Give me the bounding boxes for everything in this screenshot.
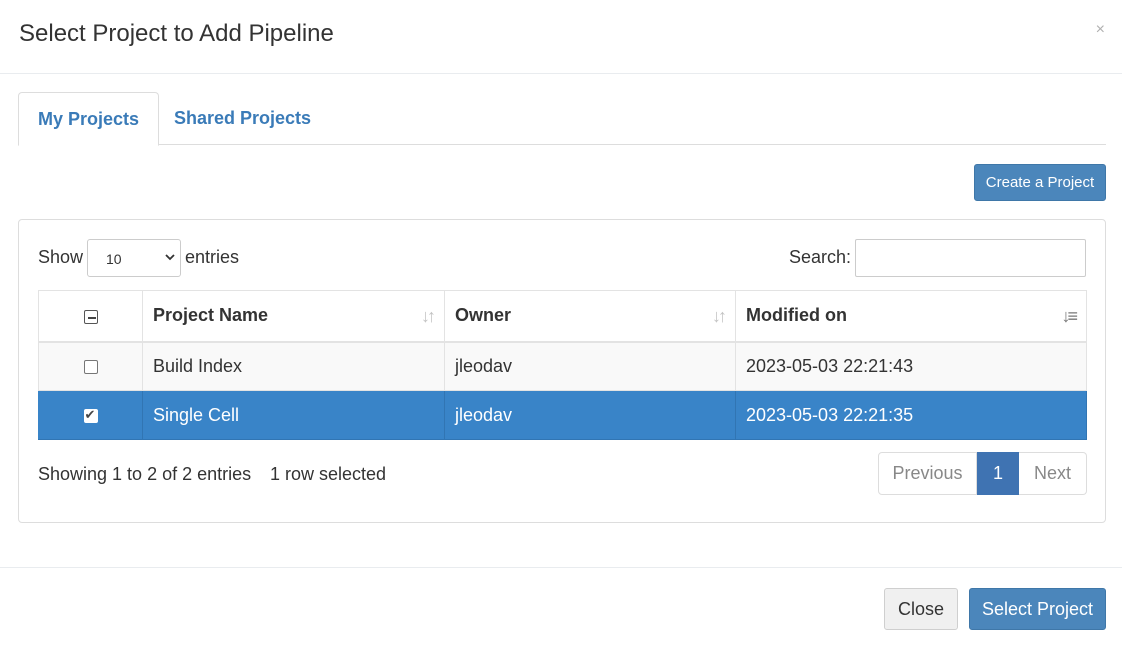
sort-icon[interactable]: ↓↑: [421, 306, 436, 327]
table-header-row: Project Name ↓↑ Owner ↓↑ Modified on ↓≡: [38, 290, 1087, 343]
search-input[interactable]: [855, 239, 1086, 277]
sort-icon[interactable]: ↓↑: [712, 306, 727, 327]
table-row[interactable]: Single Cell jleodav 2023-05-03 22:21:35: [38, 390, 1087, 440]
column-header-owner[interactable]: Owner ↓↑: [444, 290, 736, 343]
selection-info: 1 row selected: [270, 464, 387, 484]
project-tabs: My Projects Shared Projects: [18, 92, 1106, 146]
column-header-project-name[interactable]: Project Name ↓↑: [142, 290, 445, 343]
projects-table: Project Name ↓↑ Owner ↓↑ Modified on ↓≡: [38, 290, 1087, 440]
page-length-value: 10: [106, 251, 122, 267]
chevron-down-icon: [164, 250, 176, 266]
owner-cell: jleodav: [444, 390, 736, 440]
modal-header: Select Project to Add Pipeline ×: [0, 0, 1122, 74]
tab-my-projects[interactable]: My Projects: [18, 92, 160, 146]
page-length-select[interactable]: 10: [87, 239, 181, 277]
tab-shared-projects[interactable]: Shared Projects: [155, 92, 330, 145]
next-page-button[interactable]: Next: [1019, 452, 1087, 495]
pagination: Previous 1 Next: [878, 452, 1087, 495]
row-checkbox[interactable]: [83, 360, 98, 374]
modal-footer: Close Select Project: [0, 567, 1122, 646]
modified-cell: 2023-05-03 22:21:35: [735, 390, 1087, 440]
project-name-cell: Build Index: [142, 341, 445, 391]
table-row[interactable]: Build Index jleodav 2023-05-03 22:21:43: [38, 341, 1087, 391]
entries-label: entries: [185, 247, 240, 267]
column-label: Project Name: [153, 305, 269, 326]
select-project-button[interactable]: Select Project: [969, 588, 1106, 630]
owner-cell: jleodav: [444, 341, 736, 391]
select-all-header[interactable]: [38, 290, 143, 343]
modal-title: Select Project to Add Pipeline: [19, 20, 334, 47]
row-checkbox-cell[interactable]: [38, 390, 143, 440]
column-label: Modified on: [746, 305, 847, 326]
row-checkbox[interactable]: [83, 407, 98, 423]
projects-panel: Show 10 entries Search: Project Name ↓↑: [18, 219, 1106, 523]
previous-page-button[interactable]: Previous: [878, 452, 977, 495]
close-button[interactable]: Close: [884, 588, 958, 630]
search-label: Search:: [789, 247, 852, 267]
page-1-button[interactable]: 1: [977, 452, 1019, 495]
select-all-checkbox[interactable]: [83, 309, 98, 324]
show-label: Show: [38, 247, 84, 267]
sort-desc-icon[interactable]: ↓≡: [1061, 306, 1077, 327]
table-info: Showing 1 to 2 of 2 entries: [38, 464, 252, 484]
project-name-cell: Single Cell: [142, 390, 445, 440]
create-project-button[interactable]: Create a Project: [974, 164, 1106, 201]
select-project-modal: Select Project to Add Pipeline × My Proj…: [0, 0, 1122, 646]
column-header-modified-on[interactable]: Modified on ↓≡: [735, 290, 1087, 343]
row-checkbox-cell[interactable]: [38, 341, 143, 391]
close-icon[interactable]: ×: [1096, 22, 1105, 38]
modified-cell: 2023-05-03 22:21:43: [735, 341, 1087, 391]
column-label: Owner: [455, 305, 512, 326]
